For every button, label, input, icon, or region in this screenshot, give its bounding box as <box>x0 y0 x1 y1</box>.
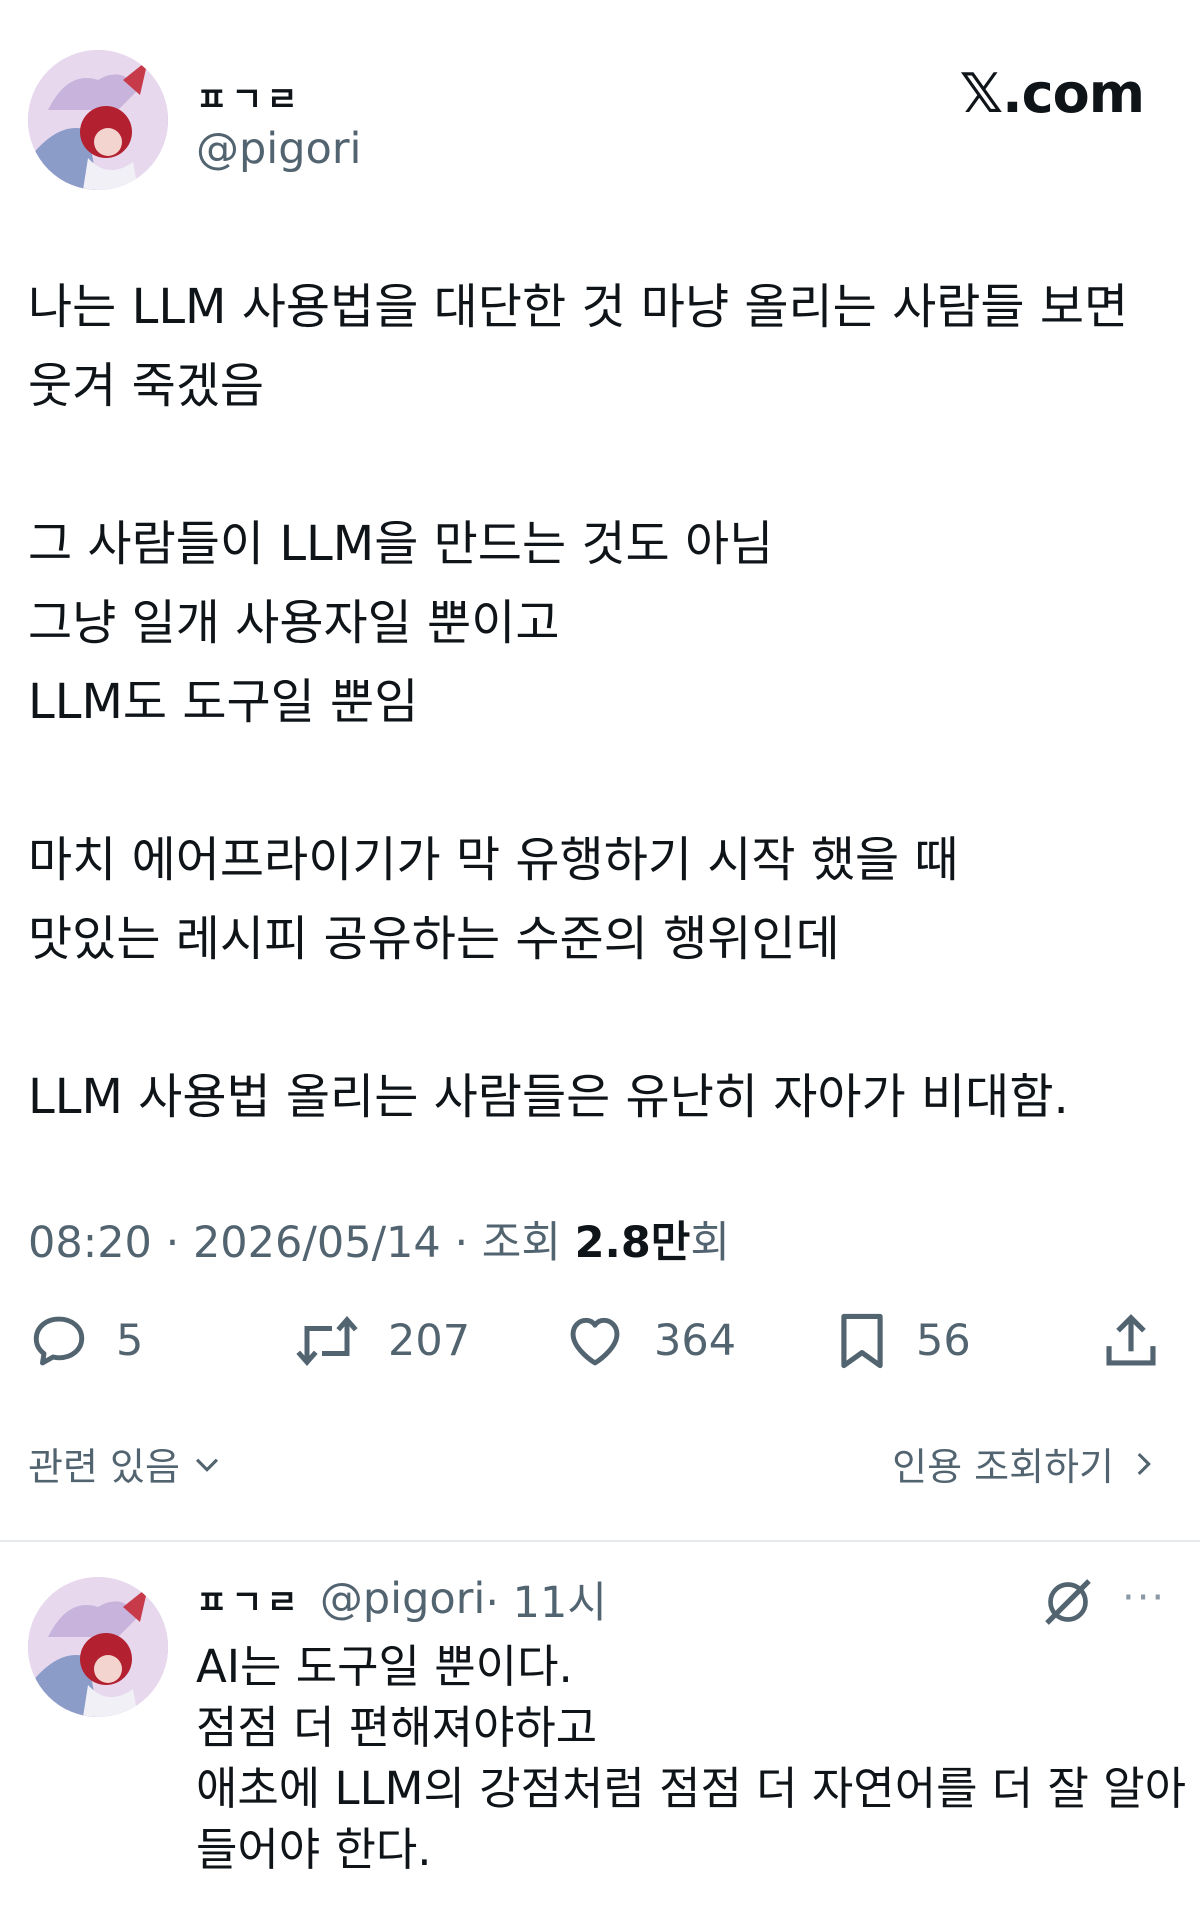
bookmark-icon <box>841 1313 883 1369</box>
author-avatar[interactable] <box>28 50 168 190</box>
tweet-body: 나는 LLM 사용법을 대단한 것 마냥 올리는 사람들 보면 웃겨 죽겠음 그… <box>28 268 1178 1137</box>
author-display-name[interactable]: ㅍㄱㄹ <box>196 72 302 121</box>
more-options-icon[interactable]: ··· <box>1122 1575 1166 1621</box>
reply-handle[interactable]: @pigori <box>320 1574 485 1624</box>
chevron-down-icon <box>195 1458 218 1472</box>
like-button[interactable]: 364 <box>562 1306 736 1376</box>
views-suffix: 회 <box>690 1218 730 1268</box>
reply-icon <box>33 1316 85 1366</box>
quotes-label: 인용 조회하기 <box>892 1445 1114 1489</box>
reply-header: ㅍㄱㄹ @pigori · 11시 <box>196 1568 607 1630</box>
heart-icon <box>570 1317 620 1366</box>
bookmark-button[interactable]: 56 <box>834 1306 971 1376</box>
related-dropdown[interactable]: 관련 있음 <box>28 1436 224 1491</box>
meta-separator: · <box>440 1218 482 1268</box>
bookmark-count: 56 <box>916 1316 971 1366</box>
views-label: 조회 <box>481 1218 561 1268</box>
tweet-meta: 08:20 · 2026/05/14 · 조회 2.8만회 <box>28 1208 730 1270</box>
share-button[interactable] <box>1100 1306 1162 1376</box>
grok-button[interactable] <box>1040 1574 1096 1634</box>
tweet-paragraph: 나는 LLM 사용법을 대단한 것 마냥 올리는 사람들 보면 웃겨 죽겠음 <box>28 279 1129 414</box>
tweet-time[interactable]: 08:20 <box>28 1218 152 1268</box>
retweet-icon <box>296 1315 358 1367</box>
tweet-paragraph: LLM 사용법 올리는 사람들은 유난히 자아가 비대함. <box>28 1069 1069 1125</box>
retweet-button[interactable]: 207 <box>292 1306 470 1376</box>
retweet-count: 207 <box>388 1316 471 1366</box>
tweet-paragraph: 마치 에어프라이기가 막 유행하기 시작 했을 때 맛있는 레시피 공유하는 수… <box>28 832 959 967</box>
author-handle[interactable]: @pigori <box>196 124 361 174</box>
share-icon <box>1106 1314 1156 1366</box>
reply-display-name[interactable]: ㅍㄱㄹ <box>196 1575 302 1624</box>
grok-icon <box>1045 1579 1091 1625</box>
reply-body: AI는 도구일 뿐이다. 점점 더 편해져야하고 애초에 LLM의 강점처럼 점… <box>196 1640 1187 1876</box>
view-quotes-link[interactable]: 인용 조회하기 <box>892 1436 1160 1491</box>
reply-button[interactable]: 5 <box>28 1306 143 1376</box>
reply-count: 5 <box>116 1316 144 1366</box>
divider <box>0 1540 1200 1542</box>
related-label: 관련 있음 <box>28 1445 180 1489</box>
chevron-right-icon <box>1137 1452 1151 1475</box>
reply-author-avatar[interactable] <box>28 1577 168 1717</box>
like-count: 364 <box>654 1316 737 1366</box>
reply-time[interactable]: · 11시 <box>485 1568 607 1630</box>
meta-separator: · <box>151 1218 193 1268</box>
tweet-date[interactable]: 2026/05/14 <box>193 1218 441 1268</box>
tweet-paragraph: 그 사람들이 LLM을 만드는 것도 아님 그냥 일개 사용자일 뿐이고 LLM… <box>28 516 774 730</box>
x-logo: 𝕏.com <box>959 62 1145 125</box>
views-count: 2.8만 <box>574 1218 691 1268</box>
